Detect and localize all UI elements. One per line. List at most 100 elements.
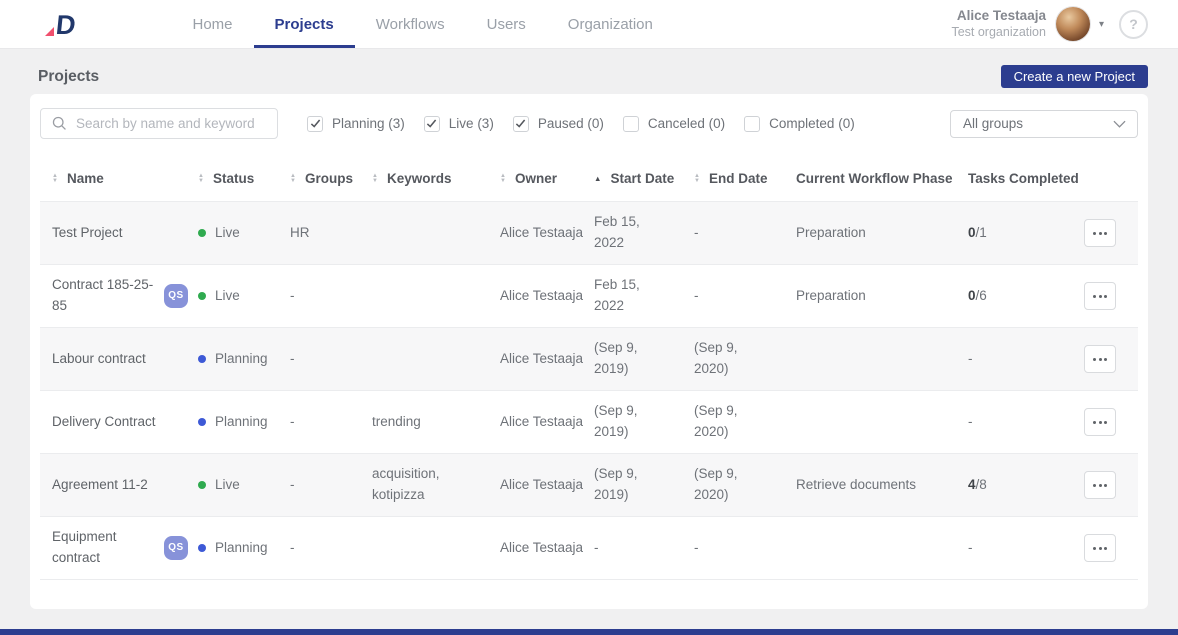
cell-end-date: - [694,286,796,307]
row-actions-button[interactable] [1084,282,1116,310]
create-project-button[interactable]: Create a new Project [1001,65,1148,88]
search-input[interactable] [76,116,277,131]
cell-end-date: (Sep 9, 2020) [694,464,796,506]
column-header-label: Owner [515,171,557,186]
row-actions-button[interactable] [1084,408,1116,436]
table-row[interactable]: Contract 185-25-85 QS Live - Alice Testa… [40,265,1138,328]
status-filter-checkbox[interactable]: Completed (0) [744,116,855,132]
status-filter-checkbox[interactable]: Planning (3) [307,116,405,132]
more-options-icon [1093,547,1096,550]
cell-end-date: - [694,223,796,244]
brand-logo[interactable]: D [45,9,76,39]
table-row[interactable]: Labour contract Planning - Alice Testaaj… [40,328,1138,391]
cell-keywords: trending [372,412,500,433]
cell-groups: - [290,286,372,307]
column-header[interactable]: Tasks Completed [968,171,1084,186]
avatar[interactable] [1056,7,1090,41]
status-dot [198,418,206,426]
project-name[interactable]: Test Project [52,223,123,244]
column-header-label: Tasks Completed [968,171,1079,186]
column-header[interactable]: ▲ Start Date [594,171,694,186]
cell-actions [1084,219,1138,247]
more-options-icon [1093,232,1096,235]
column-header[interactable]: ▲ ▼ Owner [500,171,594,186]
table-row[interactable]: Equipment contract QS Planning - Alice T… [40,517,1138,580]
row-actions-button[interactable] [1084,534,1116,562]
main-nav: Home Projects Workflows Users Organizati… [172,0,674,48]
question-mark-icon: ? [1129,16,1138,32]
cell-actions [1084,534,1138,562]
column-header[interactable]: ▲ ▼ Groups [290,171,372,186]
header-user-area: Alice Testaaja Test organization ▾ ? [951,0,1148,48]
cell-tasks-completed: 0/1 [968,223,1084,244]
nav-item-workflows[interactable]: Workflows [355,0,466,48]
project-name[interactable]: Agreement 11-2 [52,475,148,496]
column-header[interactable]: ▲ ▼ Name [40,171,198,186]
sort-icon: ▲ ▼ [694,174,700,184]
cell-name: Agreement 11-2 [40,475,198,496]
logo-letter: D [55,12,77,39]
cell-keywords: acquisition, kotipizza [372,464,500,506]
checkbox-icon [424,116,440,132]
column-header[interactable]: ▲ ▼ Status [198,171,290,186]
status-filter-label: Canceled (0) [648,116,725,131]
column-header[interactable]: Current Workflow Phase [796,171,968,186]
table-row[interactable]: Delivery Contract Planning - trending Al… [40,391,1138,454]
row-actions-button[interactable] [1084,219,1116,247]
logo-triangle-icon [45,27,54,36]
status-label: Planning [215,412,268,433]
project-name[interactable]: Labour contract [52,349,146,370]
cell-status: Planning [198,412,290,433]
nav-item-organization[interactable]: Organization [547,0,674,48]
sort-icon: ▲ ▼ [500,174,506,184]
sort-icon: ▲ [594,175,601,182]
table-row[interactable]: Test Project Live HR Alice Testaaja Feb … [40,202,1138,265]
cell-groups: - [290,349,372,370]
cell-groups: - [290,475,372,496]
projects-panel: Planning (3) Live (3) Paused (0) Cancele… [30,94,1148,609]
cell-tasks-completed: - [968,412,1084,433]
row-actions-button[interactable] [1084,345,1116,373]
table-row[interactable]: Agreement 11-2 Live - acquisition, kotip… [40,454,1138,517]
cell-status: Planning [198,349,290,370]
search-icon [51,115,68,132]
cell-actions [1084,282,1138,310]
project-name[interactable]: Delivery Contract [52,412,156,433]
row-actions-button[interactable] [1084,471,1116,499]
page-header: Projects Create a new Project [30,49,1148,94]
cell-status: Live [198,475,290,496]
page-title: Projects [38,68,99,86]
status-label: Planning [215,349,268,370]
cell-owner: Alice Testaaja [500,538,594,559]
bottom-accent-bar [0,629,1178,635]
cell-start-date: (Sep 9, 2019) [594,401,694,443]
cell-owner: Alice Testaaja [500,412,594,433]
sort-icon: ▲ ▼ [290,174,296,184]
chevron-down-icon[interactable]: ▾ [1099,19,1104,30]
status-dot [198,481,206,489]
status-filter-group: Planning (3) Live (3) Paused (0) Cancele… [307,116,855,132]
project-name[interactable]: Equipment contract [52,527,154,569]
status-filter-checkbox[interactable]: Live (3) [424,116,494,132]
sort-icon: ▲ ▼ [372,174,378,184]
nav-item-projects[interactable]: Projects [254,0,355,48]
nav-item-users[interactable]: Users [466,0,547,48]
cell-name: Delivery Contract [40,412,198,433]
status-dot [198,292,206,300]
column-header[interactable]: ▲ ▼ End Date [694,171,796,186]
nav-item-home[interactable]: Home [172,0,254,48]
status-filter-label: Planning (3) [332,116,405,131]
help-button[interactable]: ? [1119,10,1148,39]
column-header[interactable]: ▲ ▼ Keywords [372,171,500,186]
cell-workflow-phase: Preparation [796,223,968,244]
more-options-icon [1093,295,1096,298]
project-name[interactable]: Contract 185-25-85 [52,275,154,317]
groups-dropdown[interactable]: All groups [950,110,1138,138]
status-filter-checkbox[interactable]: Paused (0) [513,116,604,132]
cell-actions [1084,471,1138,499]
status-filter-checkbox[interactable]: Canceled (0) [623,116,725,132]
cell-groups: HR [290,223,372,244]
user-meta: Alice Testaaja Test organization [951,8,1046,41]
chevron-down-icon [1113,120,1126,128]
cell-name: Contract 185-25-85 QS [40,275,198,317]
